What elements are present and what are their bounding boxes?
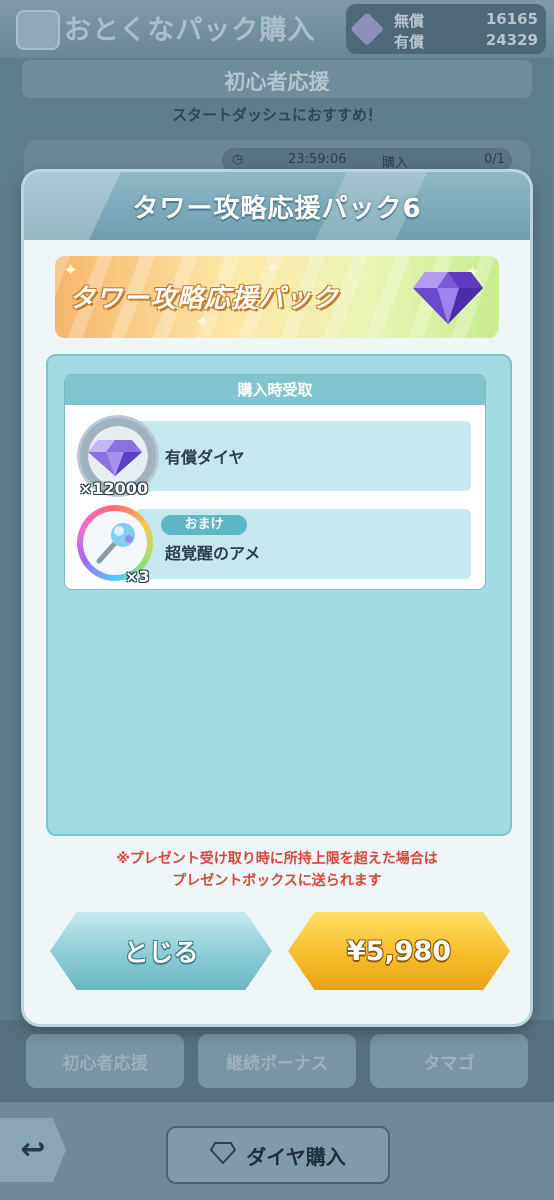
notice-line-2: プレゼントボックスに送られます [172, 873, 382, 889]
receive-list: 購入時受取 有償ダイヤ ×12000 おまけ 超覚醒のアメ ×3 [64, 374, 486, 590]
pack-banner-text: タワー攻略応援パック [69, 284, 340, 314]
buy-diamond-label: ダイヤ購入 [246, 1144, 346, 1169]
back-icon[interactable]: ↩ [0, 1118, 66, 1182]
bonus-badge: おまけ [161, 515, 247, 535]
gem-icon [350, 12, 384, 46]
category-tabs: 初心者応援 継続ボーナス タマゴ [0, 1020, 554, 1102]
list-item-super-awakening-candy: おまけ 超覚醒のアメ [135, 509, 471, 579]
purchase-count: 0/1 [484, 152, 505, 167]
item-quantity: ×3 [125, 567, 150, 586]
list-item-paid-diamond: 有償ダイヤ [135, 421, 471, 491]
paid-currency-value: 24329 [485, 31, 538, 49]
receive-header: 購入時受取 [65, 375, 485, 405]
clock-icon: ◷ [232, 152, 244, 167]
modal-title: タワー攻略応援パック6 [132, 194, 422, 224]
pack-purchase-modal: タワー攻略応援パック6 ✦ ✦ ✦ ✦ タワー攻略応援パック 購入時受取 有償ダ… [24, 172, 530, 1024]
section-title: 初心者応援 [224, 70, 330, 94]
currency-panel: 無償 16165 有償 24329 [346, 4, 546, 54]
tab-continuation-bonus[interactable]: 継続ボーナス [198, 1034, 356, 1088]
shop-icon [16, 10, 60, 50]
free-currency-label: 無償 [394, 12, 425, 30]
item-name: 超覚醒のアメ [165, 544, 261, 563]
item-quantity: ×12000 [79, 479, 149, 498]
purchase-button[interactable]: ¥5,980 [288, 912, 510, 990]
top-header: おとくなパック購入 無償 16165 有償 24329 [0, 0, 554, 58]
purchase-label: 購入 [382, 156, 409, 171]
timer-bar: ◷ 23:59:06 購入 0/1 [222, 148, 512, 172]
pack-banner: ✦ ✦ ✦ ✦ タワー攻略応援パック [55, 256, 499, 338]
sparkle-icon: ✦ [195, 312, 211, 333]
section-subtitle: スタートダッシュにおすすめ！ [171, 106, 382, 124]
modal-header: タワー攻略応援パック6 [24, 172, 530, 240]
paid-currency-label: 有償 [394, 33, 425, 51]
close-button[interactable]: とじる [50, 912, 272, 990]
timer-value: 23:59:06 [288, 152, 347, 167]
page-title: おとくなパック購入 [64, 15, 316, 46]
notice-text: ※プレゼント受け取り時に所持上限を超えた場合は プレゼントボックスに送られます [24, 848, 530, 892]
buy-diamond-button[interactable]: ダイヤ購入 [166, 1126, 390, 1184]
gem-outline-icon [210, 1141, 237, 1169]
tab-beginner[interactable]: 初心者応援 [26, 1034, 184, 1088]
tab-egg[interactable]: タマゴ [370, 1034, 528, 1088]
free-currency-value: 16165 [485, 10, 538, 28]
diamond-icon [411, 266, 485, 330]
sparkle-icon: ✦ [265, 258, 281, 279]
notice-line-1: ※プレゼント受け取り時に所持上限を超えた場合は [116, 851, 438, 867]
item-name: 有償ダイヤ [165, 448, 245, 467]
content-panel: 購入時受取 有償ダイヤ ×12000 おまけ 超覚醒のアメ ×3 [46, 354, 512, 836]
